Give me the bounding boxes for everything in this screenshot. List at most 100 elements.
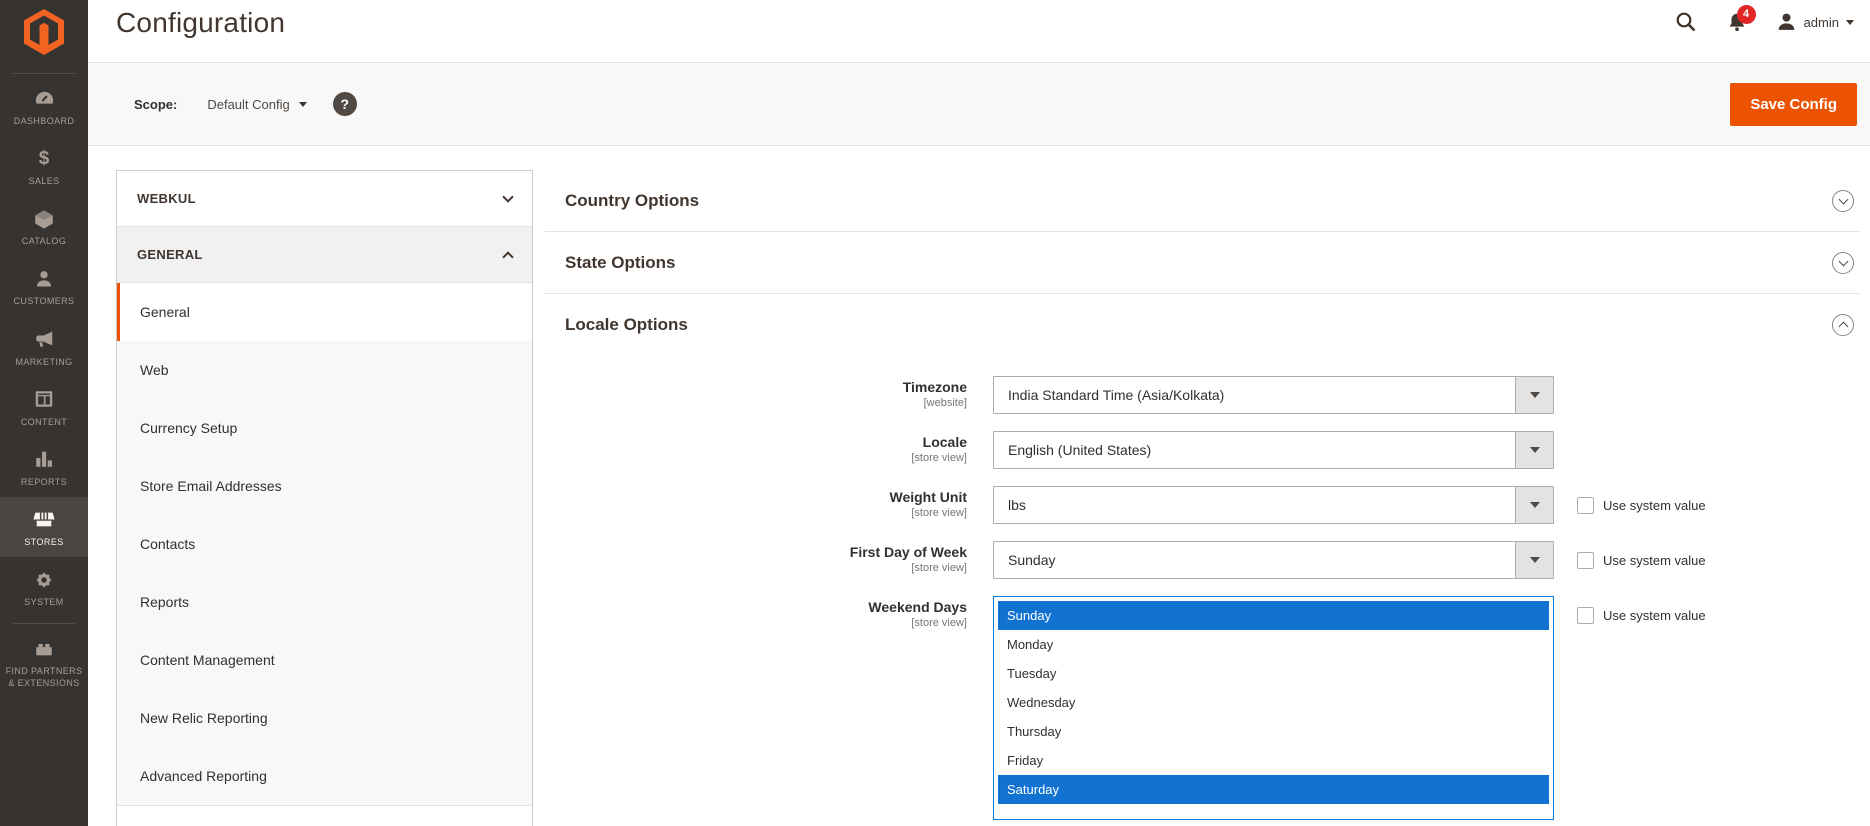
section-country-options[interactable]: Country Options <box>545 170 1860 232</box>
menu-divider <box>13 73 75 74</box>
locale-select[interactable]: English (United States) <box>993 431 1554 469</box>
sidebar-item-find-partners[interactable]: FIND PARTNERS & EXTENSIONS <box>2 626 86 698</box>
magento-admin-app: DASHBOARD $ SALES CATALOG CUSTOMERS MARK… <box>0 0 1870 826</box>
use-system-value-cell: Use system value <box>1577 486 1706 524</box>
config-nav-group-label: WEBKUL <box>137 191 196 206</box>
sidebar-item-label: CONTENT <box>20 416 68 427</box>
chevron-down-icon <box>1529 392 1540 398</box>
section-state-options[interactable]: State Options <box>545 232 1860 294</box>
admin-user-menu[interactable]: admin <box>1776 11 1854 33</box>
sidebar-item-stores[interactable]: STORES <box>0 496 88 558</box>
sidebar-item-reports[interactable]: REPORTS <box>0 437 88 497</box>
nav-item-label: Reports <box>140 594 190 610</box>
option-sunday[interactable]: Sunday <box>998 601 1549 630</box>
use-system-value-checkbox[interactable] <box>1577 606 1594 624</box>
field-scope-hint: [website] <box>923 397 967 409</box>
scope-help-icon[interactable]: ? <box>332 92 357 116</box>
option-friday[interactable]: Friday <box>998 746 1549 775</box>
expand-section-icon[interactable] <box>1832 251 1854 274</box>
config-nav-item-reports[interactable]: Reports <box>117 573 532 631</box>
search-icon[interactable] <box>1674 10 1698 34</box>
magento-logo-icon[interactable] <box>23 8 65 61</box>
nav-item-label: Contacts <box>140 536 196 552</box>
sales-icon: $ <box>38 148 50 170</box>
use-system-value-label: Use system value <box>1603 607 1706 623</box>
field-control: English (United States) <box>993 431 1554 469</box>
use-system-value-cell: Use system value <box>1577 596 1706 634</box>
sidebar-item-marketing[interactable]: MARKETING <box>0 317 88 377</box>
config-nav-item-new-relic-reporting[interactable]: New Relic Reporting <box>117 689 532 747</box>
sidebar-item-dashboard[interactable]: DASHBOARD <box>0 76 88 136</box>
option-monday[interactable]: Monday <box>998 630 1549 659</box>
nav-item-label: Content Management <box>140 652 275 668</box>
nav-item-label: Web <box>140 362 169 378</box>
config-nav-next-group-cutoff <box>117 805 532 826</box>
select-dropdown-button[interactable] <box>1515 377 1553 413</box>
option-tuesday[interactable]: Tuesday <box>998 659 1549 688</box>
page-title: Configuration <box>116 7 286 38</box>
field-label-text: First Day of Week <box>849 544 967 560</box>
option-wednesday[interactable]: Wednesday <box>998 688 1549 717</box>
config-nav-item-currency-setup[interactable]: Currency Setup <box>117 399 532 457</box>
field-label: Weekend Days [store view] <box>545 596 967 630</box>
field-label: Weight Unit [store view] <box>545 486 967 520</box>
select-dropdown-button[interactable] <box>1515 542 1553 578</box>
weekend-days-multiselect[interactable]: Sunday Monday Tuesday Wednesday Thursday… <box>993 596 1554 820</box>
sidebar-item-sales[interactable]: $ SALES <box>0 136 88 196</box>
section-locale-options[interactable]: Locale Options <box>545 294 1860 356</box>
select-dropdown-button[interactable] <box>1515 432 1553 468</box>
field-scope-hint: [store view] <box>911 617 967 629</box>
field-row-weight-unit: Weight Unit [store view] lbs Use system … <box>545 486 1860 524</box>
chevron-down-icon <box>1529 447 1540 453</box>
use-system-value-checkbox[interactable] <box>1577 551 1594 569</box>
config-nav-item-contacts[interactable]: Contacts <box>117 515 532 573</box>
reports-icon <box>33 448 55 471</box>
config-nav-item-content-management[interactable]: Content Management <box>117 631 532 689</box>
use-system-value-checkbox[interactable] <box>1577 496 1594 514</box>
chevron-down-icon <box>1529 502 1540 508</box>
field-row-timezone: Timezone [website] India Standard Time (… <box>545 376 1860 414</box>
notifications-bell-icon[interactable]: 4 <box>1726 4 1756 34</box>
config-nav-item-advanced-reporting[interactable]: Advanced Reporting <box>117 747 532 805</box>
select-value: India Standard Time (Asia/Kolkata) <box>1008 387 1225 403</box>
timezone-select[interactable]: India Standard Time (Asia/Kolkata) <box>993 376 1554 414</box>
marketing-icon <box>33 328 55 351</box>
field-label-text: Locale <box>922 434 967 450</box>
page-actions-bar: Scope: Default Config ? Save Config <box>88 62 1870 146</box>
chevron-down-icon <box>1529 557 1540 563</box>
collapse-section-icon[interactable] <box>1832 314 1854 336</box>
sidebar-item-content[interactable]: CONTENT <box>0 377 88 437</box>
scope-value: Default Config <box>207 96 290 112</box>
sidebar-item-label: STORES <box>24 536 64 547</box>
sidebar-item-customers[interactable]: CUSTOMERS <box>0 256 88 316</box>
option-saturday[interactable]: Saturday <box>998 775 1549 804</box>
scope-switcher[interactable]: Default Config <box>207 96 307 112</box>
sidebar-item-system[interactable]: SYSTEM <box>0 557 88 617</box>
magento-logo-glyph <box>24 9 64 55</box>
dashboard-icon <box>33 87 56 110</box>
use-system-value-label: Use system value <box>1603 552 1706 568</box>
config-nav-group-label: GENERAL <box>137 247 203 262</box>
option-thursday[interactable]: Thursday <box>998 717 1549 746</box>
field-label-text: Weekend Days <box>868 599 967 615</box>
config-nav-item-general[interactable]: General <box>117 283 532 341</box>
config-nav-group-general[interactable]: GENERAL <box>117 227 532 283</box>
select-value: Sunday <box>1008 552 1056 568</box>
nav-item-label: General <box>140 304 190 320</box>
config-nav-item-web[interactable]: Web <box>117 341 532 399</box>
content-icon <box>33 388 55 411</box>
weight-unit-select[interactable]: lbs <box>993 486 1554 524</box>
sidebar-item-label: DASHBOARD <box>13 116 75 126</box>
field-row-weekend-days: Weekend Days [store view] Sunday Monday … <box>545 596 1860 820</box>
config-nav-item-store-email-addresses[interactable]: Store Email Addresses <box>117 457 532 515</box>
select-value: lbs <box>1008 497 1026 513</box>
save-config-button[interactable]: Save Config <box>1730 82 1857 126</box>
first-day-of-week-select[interactable]: Sunday <box>993 541 1554 579</box>
config-nav-group-webkul[interactable]: WEBKUL <box>117 171 532 227</box>
notification-count-badge: 4 <box>1736 4 1756 24</box>
page-header: Configuration 4 admin <box>88 0 1870 62</box>
sidebar-item-catalog[interactable]: CATALOG <box>0 196 88 256</box>
expand-section-icon[interactable] <box>1832 189 1854 212</box>
chevron-up-icon <box>502 250 514 263</box>
select-dropdown-button[interactable] <box>1515 487 1553 523</box>
